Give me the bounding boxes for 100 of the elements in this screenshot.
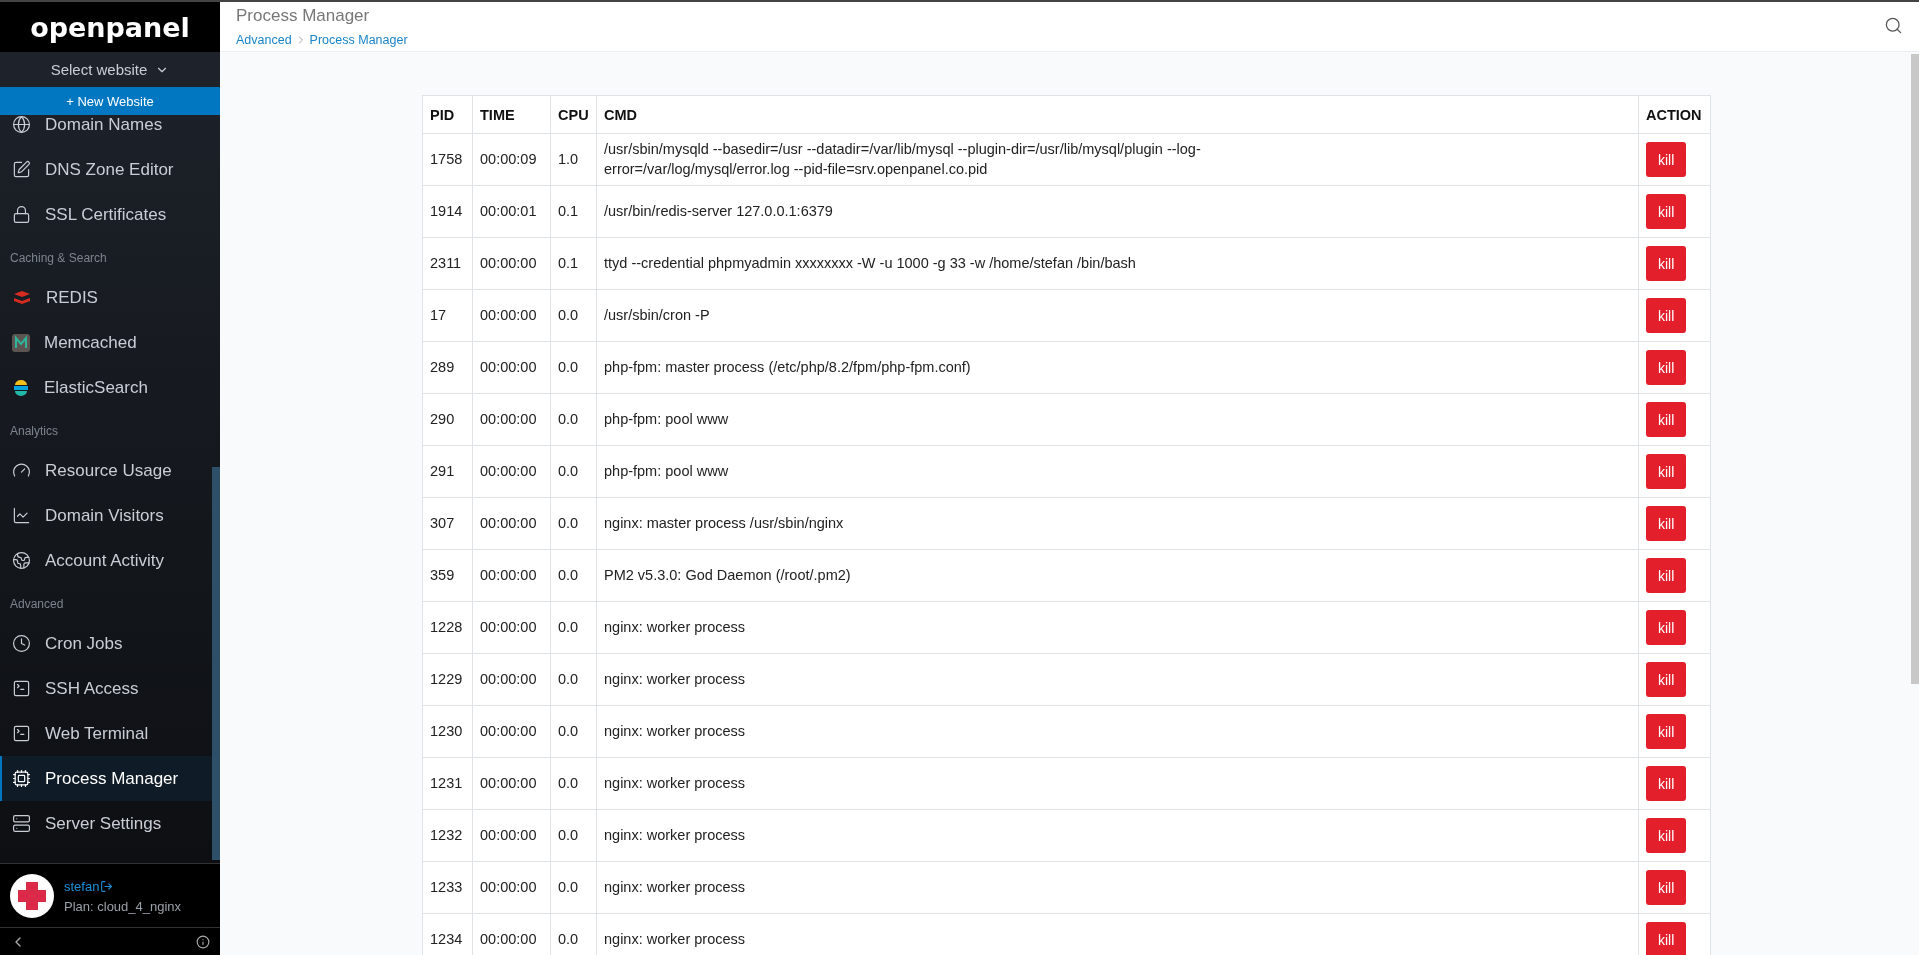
table-cell: 1233 [422,861,473,914]
kill-button[interactable]: kill [1646,506,1687,541]
section-title: Advanced [9,596,65,613]
table-cell: 0.0 [550,289,597,342]
table-cell: 1.0 [550,133,597,186]
table-cell: 0.0 [550,393,597,446]
server-icon [12,814,31,833]
table-cell: 1758 [422,133,473,186]
kill-button[interactable]: kill [1646,662,1687,697]
table-cell: 0.1 [550,237,597,290]
kill-button[interactable]: kill [1646,766,1687,801]
table-cell: nginx: worker process [596,757,1639,810]
table-cell: 17 [422,289,473,342]
table-cell: /usr/sbin/cron -P [596,289,1639,342]
table-cell: 291 [422,445,473,498]
stripes-icon [12,378,30,397]
table-cell: 0.0 [550,705,597,758]
table-cell: 290 [422,393,473,446]
table-cell: 00:00:00 [472,757,551,810]
kill-button[interactable]: kill [1646,350,1687,385]
table-cell: nginx: worker process [596,601,1639,654]
kill-button[interactable]: kill [1646,402,1687,437]
logout-icon [100,880,114,893]
table-cell: php-fpm: pool www [596,445,1639,498]
table-cell: 00:00:00 [472,341,551,394]
sidebar-item[interactable]: Domain Visitors [0,493,212,538]
table-cell: php-fpm: master process (/etc/php/8.2/fpm/php-fpm.conf) [596,341,1639,394]
table-cell: 1914 [422,185,473,238]
column-header: CMD [596,95,1639,134]
table-cell: 00:00:01 [472,185,551,238]
table-cell: 00:00:00 [472,497,551,550]
table-cell: 0.0 [550,861,597,914]
kill-button[interactable]: kill [1646,870,1687,905]
sidebar-item[interactable]: Account Activity [0,538,212,583]
gauge-icon [12,461,31,480]
table-cell: 00:00:00 [472,653,551,706]
sidebar-item[interactable]: Server Settings [0,801,212,846]
table-cell: /usr/sbin/mysqld --basedir=/usr --datadir=/var/lib/mysql --plugin-dir=/usr/lib/mysql/plugin --log-error=/var/log/mysql/error.log --pid-file=srv.openpanel.co.pid [596,133,1639,186]
table-cell: 1231 [422,757,473,810]
sidebar-item[interactable]: ElasticSearch [0,365,212,410]
table-cell: 00:00:00 [472,289,551,342]
column-header: CPU [550,95,597,134]
kill-button[interactable]: kill [1646,610,1687,645]
sidebar-item[interactable]: SSL Certificates [0,192,212,237]
kill-button[interactable]: kill [1646,142,1687,177]
sidebar-item[interactable]: DNS Zone Editor [0,147,212,192]
table-cell: 1230 [422,705,473,758]
kill-button[interactable]: kill [1646,246,1687,281]
table-cell: 1229 [422,653,473,706]
sidebar-item[interactable]: Memcached [0,320,212,365]
sidebar-item[interactable]: REDIS [0,275,212,320]
table-cell: /usr/bin/redis-server 127.0.0.1:6379 [596,185,1639,238]
scrollbar[interactable] [1911,54,1919,684]
scrollbar-thumb[interactable] [212,467,220,860]
username-link[interactable]: stefan [64,879,114,894]
table-cell: 307 [422,497,473,550]
table-cell: 00:00:09 [472,133,551,186]
sidebar-item[interactable]: Cron Jobs [0,621,212,666]
new-website-button[interactable]: + New Website [0,87,220,115]
sidebar-item[interactable]: SSH Access [0,666,212,711]
table-cell: nginx: master process /usr/sbin/nginx [596,497,1639,550]
section-title: Analytics [9,423,60,440]
line-chart-icon [12,506,31,525]
m-letter-icon [12,333,30,352]
kill-button[interactable]: kill [1646,298,1687,333]
table-cell: nginx: worker process [596,653,1639,706]
avatar [10,873,54,918]
kill-button[interactable]: kill [1646,454,1687,489]
lock-icon [12,205,31,224]
table-cell: 00:00:00 [472,445,551,498]
breadcrumb-link[interactable]: Advanced [236,33,292,47]
table-cell: 1234 [422,913,473,955]
earth-icon [12,551,31,570]
column-header: TIME [472,95,551,134]
info-icon[interactable] [196,934,210,949]
sidebar-item[interactable]: Web Terminal [0,711,212,756]
chip-icon [12,769,31,788]
kill-button[interactable]: kill [1646,714,1687,749]
table-cell: nginx: worker process [596,861,1639,914]
table-cell: 0.0 [550,445,597,498]
table-cell: php-fpm: pool www [596,393,1639,446]
table-cell: 359 [422,549,473,602]
table-cell: ttyd --credential phpmyadmin xxxxxxxx -W -u 1000 -g 33 -w /home/stefan /bin/bash [596,237,1639,290]
kill-button[interactable]: kill [1646,558,1687,593]
breadcrumb-link[interactable]: Process Manager [309,33,408,47]
page-title: Process Manager [236,6,371,26]
sidebar-item[interactable]: Domain Names [0,115,212,147]
edit-icon [12,160,31,179]
kill-button[interactable]: kill [1646,922,1687,955]
logo[interactable]: openpanel [0,2,220,52]
kill-button[interactable]: kill [1646,818,1687,853]
sidebar-item[interactable]: Process Manager [0,756,212,801]
kill-button[interactable]: kill [1646,194,1687,229]
column-header: ACTION [1638,95,1711,134]
table-cell: 00:00:00 [472,705,551,758]
table-cell: 1228 [422,601,473,654]
table-cell: 0.0 [550,341,597,394]
section-title: Caching & Search [9,250,108,267]
plan-label: Plan: cloud_4_nginx [64,899,182,914]
sidebar-item[interactable]: Resource Usage [0,448,212,493]
